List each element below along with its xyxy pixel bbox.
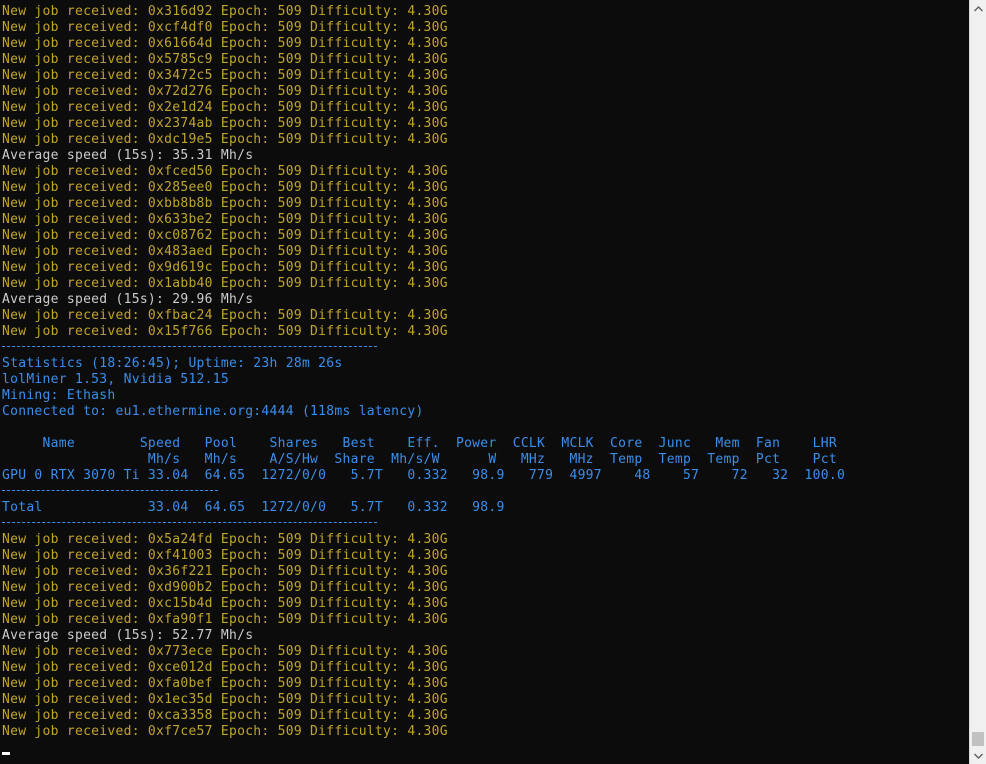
job-line: New job received: 0x1ec35d Epoch: 509 Di…: [2, 692, 448, 707]
average-speed-line: Average speed (15s): 52.77 Mh/s: [2, 628, 254, 643]
miner-version: lolMiner 1.53, Nvidia 512.15: [2, 372, 229, 387]
job-line: New job received: 0x9d619c Epoch: 509 Di…: [2, 260, 448, 275]
stats-table-header-1: Name Speed Pool Shares Best Eff. Power C…: [2, 436, 837, 451]
job-line: New job received: 0x3472c5 Epoch: 509 Di…: [2, 68, 448, 83]
job-line: New job received: 0xf7ce57 Epoch: 509 Di…: [2, 724, 448, 739]
text-cursor: [2, 752, 10, 755]
job-line: New job received: 0xfbac24 Epoch: 509 Di…: [2, 308, 448, 323]
average-speed-line: Average speed (15s): 29.96 Mh/s: [2, 292, 254, 307]
job-line: New job received: 0x285ee0 Epoch: 509 Di…: [2, 180, 448, 195]
job-line: New job received: 0xfa0bef Epoch: 509 Di…: [2, 676, 448, 691]
job-line: New job received: 0x36f221 Epoch: 509 Di…: [2, 564, 448, 579]
job-line: New job received: 0x61664d Epoch: 509 Di…: [2, 36, 448, 51]
separator-line: [2, 490, 218, 491]
job-line: New job received: 0xc15b4d Epoch: 509 Di…: [2, 596, 448, 611]
job-line: New job received: 0xce012d Epoch: 509 Di…: [2, 660, 448, 675]
statistics-header: Statistics (18:26:45); Uptime: 23h 28m 2…: [2, 356, 343, 371]
job-line: New job received: 0xfa90f1 Epoch: 509 Di…: [2, 612, 448, 627]
job-line: New job received: 0xca3358 Epoch: 509 Di…: [2, 708, 448, 723]
stats-table-header-2: Mh/s Mh/s A/S/Hw Share Mh/s/W W MHz MHz …: [2, 452, 837, 467]
job-line: New job received: 0x72d276 Epoch: 509 Di…: [2, 84, 448, 99]
chevron-up-icon[interactable]: [970, 0, 986, 17]
total-stats-row: Total 33.04 64.65 1272/0/0 5.7T 0.332 98…: [2, 500, 505, 515]
job-line: New job received: 0xf41003 Epoch: 509 Di…: [2, 548, 448, 563]
scrollbar-thumb[interactable]: [972, 732, 984, 746]
gpu-stats-row: GPU 0 RTX 3070 Ti 33.04 64.65 1272/0/0 5…: [2, 468, 846, 483]
chevron-down-icon[interactable]: [970, 747, 986, 764]
separator-line: [2, 522, 377, 523]
job-line: New job received: 0xbb8b8b Epoch: 509 Di…: [2, 196, 448, 211]
job-line: New job received: 0xc08762 Epoch: 509 Di…: [2, 228, 448, 243]
job-line: New job received: 0x773ece Epoch: 509 Di…: [2, 644, 448, 659]
job-line: New job received: 0x15f766 Epoch: 509 Di…: [2, 324, 448, 339]
job-line: New job received: 0x5785c9 Epoch: 509 Di…: [2, 52, 448, 67]
average-speed-line: Average speed (15s): 35.31 Mh/s: [2, 148, 254, 163]
job-line: New job received: 0x483aed Epoch: 509 Di…: [2, 244, 448, 259]
job-line: New job received: 0xcf4df0 Epoch: 509 Di…: [2, 20, 448, 35]
pool-connection: Connected to: eu1.ethermine.org:4444 (11…: [2, 404, 424, 419]
mining-algorithm: Mining: Ethash: [2, 388, 116, 403]
vertical-scrollbar[interactable]: [969, 0, 986, 764]
console-output[interactable]: New job received: 0x316d92 Epoch: 509 Di…: [0, 0, 968, 764]
job-line: New job received: 0x5a24fd Epoch: 509 Di…: [2, 532, 448, 547]
job-line: New job received: 0x2374ab Epoch: 509 Di…: [2, 116, 448, 131]
job-line: New job received: 0xfced50 Epoch: 509 Di…: [2, 164, 448, 179]
job-line: New job received: 0x2e1d24 Epoch: 509 Di…: [2, 100, 448, 115]
job-line: New job received: 0x633be2 Epoch: 509 Di…: [2, 212, 448, 227]
job-line: New job received: 0x316d92 Epoch: 509 Di…: [2, 4, 448, 19]
separator-line: [2, 346, 377, 347]
job-line: New job received: 0xdc19e5 Epoch: 509 Di…: [2, 132, 448, 147]
job-line: New job received: 0xd900b2 Epoch: 509 Di…: [2, 580, 448, 595]
job-line: New job received: 0x1abb40 Epoch: 509 Di…: [2, 276, 448, 291]
